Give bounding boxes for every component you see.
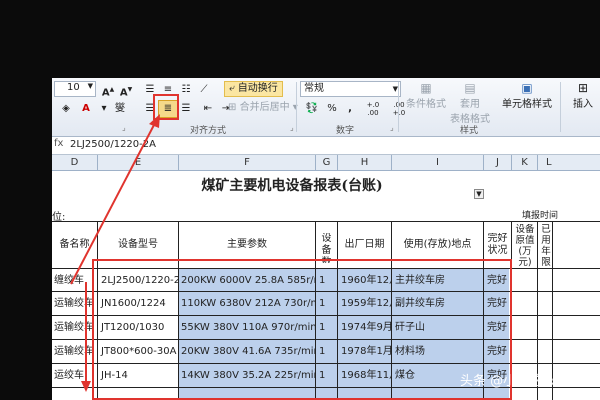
arrow-head-up: [149, 114, 160, 128]
watermark: 头条 @小楠的秋天: [460, 374, 569, 389]
arrow-line-up: [70, 122, 156, 285]
annotation-arrows: [70, 114, 160, 392]
arrow-head-down: [81, 381, 91, 392]
